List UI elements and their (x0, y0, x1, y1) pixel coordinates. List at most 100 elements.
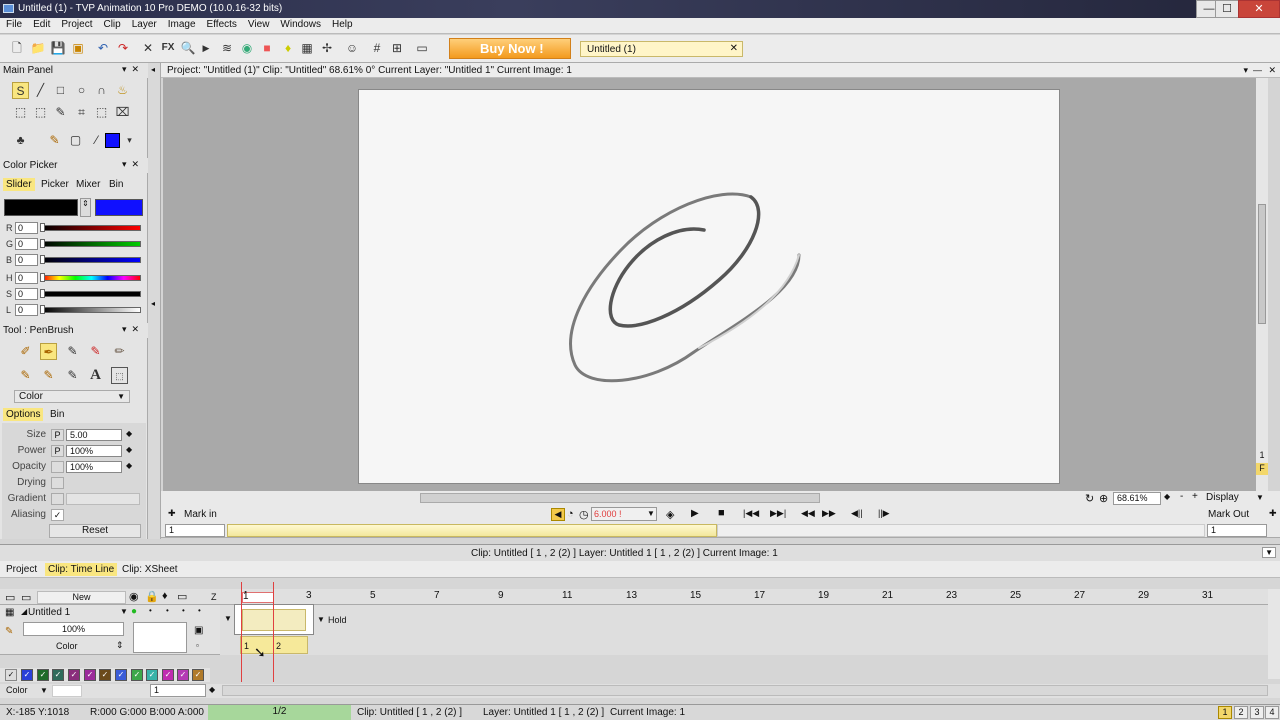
channel-r-value[interactable]: 0 (15, 222, 38, 234)
layer-extra-dot-2[interactable]: • (198, 606, 201, 615)
layer-expand-icon[interactable]: ◢ (21, 607, 27, 616)
crop-icon[interactable]: ⌗ (73, 104, 90, 121)
zoom-plus-button[interactable]: + (1192, 491, 1198, 502)
swap-icon[interactable]: ▾ (121, 132, 138, 149)
buy-now-button[interactable]: Buy Now ! (449, 38, 571, 59)
channel-b-slider[interactable] (42, 257, 141, 263)
label-color-9[interactable]: ✓ (146, 669, 158, 681)
fps-chevron-icon[interactable]: ▼ (647, 509, 655, 518)
channel-b-knob[interactable] (40, 255, 45, 264)
frame-2[interactable]: 2 (276, 641, 281, 651)
pencil-brush-icon[interactable]: ✐ (17, 343, 34, 360)
transform-icon[interactable]: ✢ (319, 40, 335, 56)
view-minimize-icon[interactable]: — (1253, 65, 1262, 75)
size-field[interactable]: 5.00 (66, 429, 122, 441)
layer-settings-icon[interactable]: ▣ (194, 625, 203, 636)
primary-color-swatch[interactable] (4, 199, 78, 216)
project-tab[interactable]: Untitled (1) ✕ (580, 41, 743, 57)
vertical-scrollbar[interactable]: 1 F (1256, 78, 1268, 491)
label-color-0[interactable]: ✓ (5, 669, 17, 681)
channel-r-knob[interactable] (40, 223, 45, 232)
loop-icon[interactable]: ◔ (567, 508, 574, 520)
custom-brush-icon[interactable]: ⬚ (111, 367, 128, 384)
mark-in-field[interactable]: 1 (165, 524, 225, 537)
power-stepper-icon[interactable]: ◆ (126, 445, 132, 454)
close-button[interactable]: ✕ (1238, 0, 1280, 18)
zoom-stepper-icon[interactable]: ◆ (1164, 492, 1170, 501)
side-label-f[interactable]: F (1256, 463, 1268, 475)
tab-clip-timeline[interactable]: Clip: Time Line (45, 563, 118, 576)
channel-b-value[interactable]: 0 (15, 254, 38, 266)
thumbnail-icon[interactable]: ▭ (177, 590, 187, 603)
save-icon[interactable]: 💾 (50, 40, 66, 56)
airbrush-icon[interactable]: ✎ (87, 343, 104, 360)
mode-select[interactable]: Color ▼ (14, 390, 130, 403)
previous-frame-button[interactable]: ◀◀ (801, 508, 815, 519)
tab-options[interactable]: Options (3, 408, 44, 421)
layer-extra-dot[interactable]: • (182, 606, 185, 615)
mark-out-arrow-icon[interactable]: ✚ (1269, 508, 1277, 519)
layer-thumbnail[interactable] (133, 622, 187, 653)
layer-mode-chevron-icon[interactable]: ⇕ (116, 640, 124, 651)
special-brush-icon[interactable]: ✎ (64, 367, 81, 384)
channel-g-slider[interactable] (42, 241, 141, 247)
menu-file[interactable]: File (0, 18, 27, 30)
redo-icon[interactable]: ↷ (115, 40, 131, 56)
zoom-minus-button[interactable]: - (1180, 491, 1183, 502)
zoom-icon[interactable]: 🔍 (180, 40, 196, 56)
label-color-2[interactable]: ✓ (37, 669, 49, 681)
brush-mode-icon[interactable]: ✎ (46, 132, 63, 149)
light-icon[interactable]: ♦ (280, 40, 296, 56)
tab-tool-bin[interactable]: Bin (47, 408, 67, 421)
size-pressure-toggle[interactable]: P (51, 429, 64, 441)
step-back-button[interactable]: ◀|| (851, 508, 863, 519)
character-tool-icon[interactable]: ♣ (12, 132, 29, 149)
paint-brush-icon[interactable]: ✎ (17, 367, 34, 384)
eraser-mode-icon[interactable]: ▢ (67, 132, 84, 149)
rotate-icon[interactable]: ↻ (1085, 492, 1094, 505)
tab-picker[interactable]: Picker (38, 178, 72, 191)
drying-toggle[interactable] (51, 477, 64, 489)
instance-block[interactable] (234, 604, 314, 635)
channel-r-slider[interactable] (42, 225, 141, 231)
field-icon[interactable]: ⊞ (389, 40, 405, 56)
rectangle-tool-icon[interactable]: □ (52, 82, 69, 99)
step-forward-button[interactable]: ||▶ (878, 508, 890, 519)
character-icon[interactable]: ☺ (344, 40, 360, 56)
menu-windows[interactable]: Windows (274, 18, 326, 30)
secondary-color-swatch[interactable] (95, 199, 143, 216)
channel-s-value[interactable]: 0 (15, 288, 38, 300)
color-picker-menu-icon[interactable]: ▾✕ (122, 159, 144, 170)
bottom-color-swatch[interactable] (52, 685, 82, 697)
menu-view[interactable]: View (242, 18, 275, 30)
visibility-icon[interactable]: ◉ (129, 590, 139, 603)
opacity-field[interactable]: 100% (66, 461, 122, 473)
tab-mixer[interactable]: Mixer (73, 178, 103, 191)
menu-image[interactable]: Image (162, 18, 201, 30)
crayon-brush-icon[interactable]: ✏ (111, 343, 128, 360)
play-icon[interactable]: ▶ (198, 40, 214, 56)
layer-track[interactable] (220, 605, 1280, 655)
first-frame-button[interactable]: |◀◀ (743, 508, 759, 519)
center-icon[interactable]: ⊕ (1099, 492, 1108, 505)
new-document-icon[interactable]: 🗋 (9, 40, 25, 56)
channel-g-knob[interactable] (40, 239, 45, 248)
palette-icon[interactable]: ■ (259, 40, 275, 56)
channel-l-value[interactable]: 0 (15, 304, 38, 316)
picker-icon[interactable]: ⁄ (88, 132, 105, 149)
channel-h-value[interactable]: 0 (15, 272, 38, 284)
tab-clip-xsheet[interactable]: Clip: XSheet (119, 563, 181, 576)
menu-clip[interactable]: Clip (97, 18, 125, 30)
bottom-mode-chevron-icon[interactable]: ▼ (40, 686, 48, 695)
next-frame-button[interactable]: ▶▶ (822, 508, 836, 519)
menu-project[interactable]: Project (55, 18, 97, 30)
drawing-page[interactable] (358, 89, 1060, 484)
open-folder-icon[interactable]: 📁 (30, 40, 46, 56)
label-color-1[interactable]: ✓ (21, 669, 33, 681)
playback-range-empty[interactable] (717, 524, 1205, 537)
marker-brush-icon[interactable]: ✎ (64, 343, 81, 360)
panel-menu-icon[interactable]: ▾✕ (122, 64, 144, 75)
label-color-7[interactable]: ✓ (115, 669, 127, 681)
freehand-tool-icon[interactable]: S (12, 82, 29, 99)
channel-l-slider[interactable] (42, 307, 141, 313)
